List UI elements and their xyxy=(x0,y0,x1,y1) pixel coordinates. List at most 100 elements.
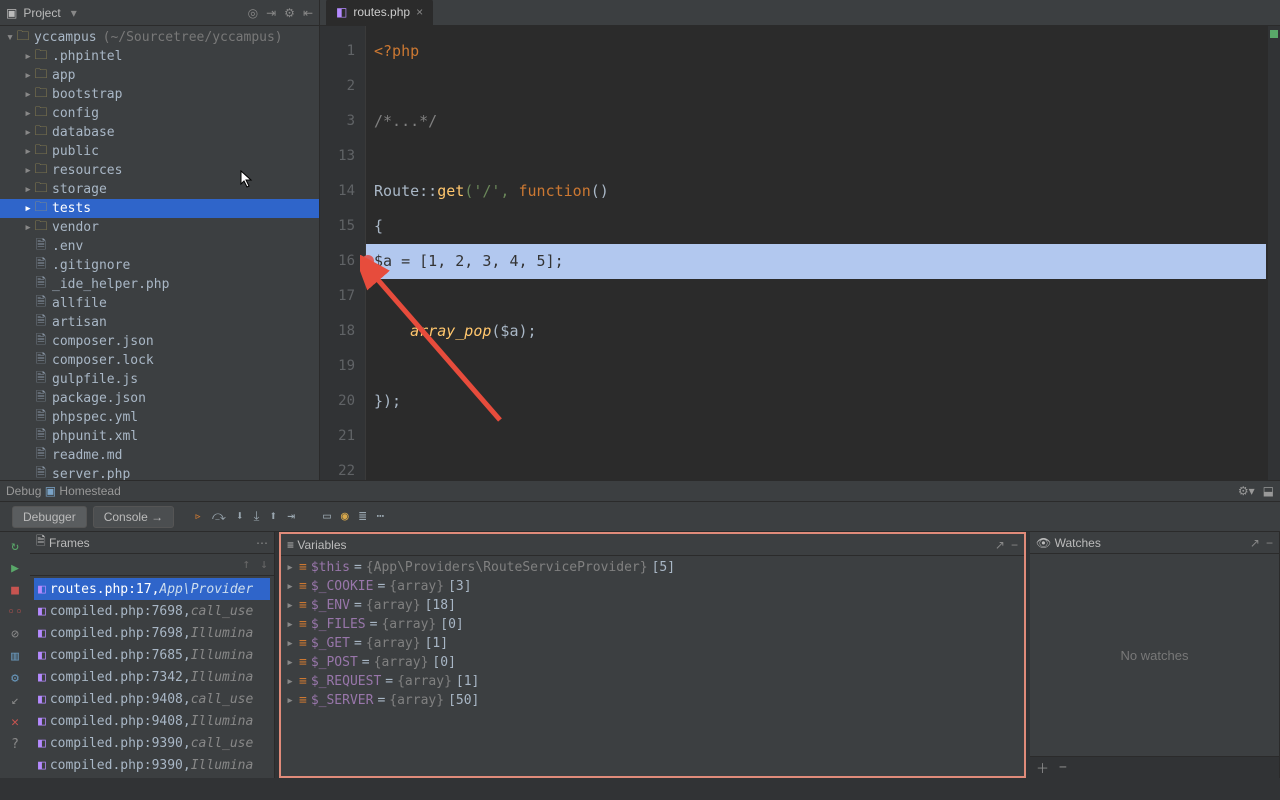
mute-breakpoints-icon[interactable]: ⊘ xyxy=(7,626,23,642)
line-number[interactable]: 20 xyxy=(320,384,355,419)
frame-row[interactable]: ◧compiled.php:9390, call_use xyxy=(34,732,270,754)
gear-icon[interactable]: ⚙▾ xyxy=(1238,484,1255,498)
line-number[interactable]: 2 xyxy=(320,69,355,104)
minus-icon[interactable]: − xyxy=(1011,538,1018,552)
tree-file[interactable]: 🗎.env xyxy=(0,237,319,256)
tree-file[interactable]: 🗎allfile xyxy=(0,294,319,313)
frame-row[interactable]: ◧compiled.php:7698, call_use xyxy=(34,600,270,622)
project-toolwindow-header[interactable]: ▣ Project ▾ ◎ ⇥ ⚙ ⇤ xyxy=(0,0,319,26)
line-number[interactable]: 14 xyxy=(320,174,355,209)
step-over-icon[interactable]: ⤼ xyxy=(212,509,226,524)
restore-icon[interactable]: ↗ xyxy=(995,538,1005,552)
frame-row[interactable]: ◧compiled.php:7685, Illumina xyxy=(34,644,270,666)
view-breakpoints-icon[interactable]: ◦◦ xyxy=(7,604,23,620)
tree-folder-vendor[interactable]: ▸🗀vendor xyxy=(0,218,319,237)
evaluate-icon[interactable]: ▭ xyxy=(323,509,331,524)
tree-file[interactable]: 🗎phpunit.xml xyxy=(0,427,319,446)
variable-row[interactable]: ▸≡ $_POST = {array} [0] xyxy=(285,653,1020,672)
line-number[interactable]: 19 xyxy=(320,349,355,384)
rerun-icon[interactable]: ↻ xyxy=(7,538,23,554)
help-icon[interactable]: ? xyxy=(7,736,23,752)
frame-row[interactable]: ◧compiled.php:9408, Illumina xyxy=(34,710,270,732)
watch-icon[interactable]: ◉ xyxy=(341,509,349,524)
variable-row[interactable]: ▸≡ $_GET = {array} [1] xyxy=(285,634,1020,653)
expand-icon[interactable]: ▸ xyxy=(285,598,295,613)
step-out-icon[interactable]: ⬆ xyxy=(269,509,277,524)
hide-icon[interactable]: ⇤ xyxy=(303,6,313,20)
resume-icon[interactable]: ▶ xyxy=(7,560,23,576)
expand-icon[interactable]: ▸ xyxy=(285,579,295,594)
tree-folder-app[interactable]: ▸🗀app xyxy=(0,66,319,85)
tree-file[interactable]: 🗎_ide_helper.php xyxy=(0,275,319,294)
sort-icon[interactable]: ≣ xyxy=(359,509,367,524)
line-number[interactable]: 21 xyxy=(320,419,355,454)
more-icon[interactable]: ⋯ xyxy=(377,509,385,524)
restore-icon[interactable]: ↗ xyxy=(1250,536,1260,550)
layout-icon[interactable]: ▥ xyxy=(7,648,23,664)
tree-file[interactable]: 🗎composer.json xyxy=(0,332,319,351)
expand-icon[interactable]: ▸ xyxy=(285,617,295,632)
variable-row[interactable]: ▸≡ $_COOKIE = {array} [3] xyxy=(285,577,1020,596)
add-watch-icon[interactable]: ＋ xyxy=(1036,758,1049,777)
tree-folder-tests[interactable]: ▸🗀tests xyxy=(0,199,319,218)
variable-row[interactable]: ▸≡ $_SERVER = {array} [50] xyxy=(285,691,1020,710)
pin-icon[interactable]: ↙ xyxy=(7,692,23,708)
tree-folder-config[interactable]: ▸🗀config xyxy=(0,104,319,123)
editor-tab-routes[interactable]: ◧ routes.php × xyxy=(326,0,433,25)
expand-icon[interactable]: ▸ xyxy=(285,655,295,670)
close-icon[interactable]: ✕ xyxy=(7,714,23,730)
tree-folder-database[interactable]: ▸🗀database xyxy=(0,123,319,142)
thread-dropdown-icon[interactable]: ⋯ xyxy=(256,536,268,550)
tab-debugger[interactable]: Debugger xyxy=(12,506,87,528)
frame-row[interactable]: ◧compiled.php:7698, Illumina xyxy=(34,622,270,644)
line-number[interactable]: 1 xyxy=(320,34,355,69)
tree-file[interactable]: 🗎gulpfile.js xyxy=(0,370,319,389)
frames-list[interactable]: ◧routes.php:17, App\Provider◧compiled.ph… xyxy=(30,576,274,778)
hide-icon[interactable]: ⬓ xyxy=(1263,484,1274,498)
line-number[interactable]: 17 xyxy=(320,279,355,314)
tree-folder-.phpintel[interactable]: ▸🗀.phpintel xyxy=(0,47,319,66)
tree-file[interactable]: 🗎package.json xyxy=(0,389,319,408)
line-number[interactable]: 22 xyxy=(320,454,355,480)
line-gutter[interactable]: 12313141516171819202122 xyxy=(320,26,366,480)
frame-down-icon[interactable]: ↓ xyxy=(260,557,268,572)
code-area[interactable]: <?php /*...*/ Route::get('/', function()… xyxy=(366,26,1280,480)
variables-list[interactable]: ▸≡ $this = {App\Providers\RouteServicePr… xyxy=(281,556,1024,776)
tree-folder-bootstrap[interactable]: ▸🗀bootstrap xyxy=(0,85,319,104)
tree-root[interactable]: ▾ 🗀 yccampus (~/Sourcetree/yccampus) xyxy=(0,28,319,47)
frame-up-icon[interactable]: ↑ xyxy=(242,557,250,572)
collapse-icon[interactable]: ⇥ xyxy=(266,6,276,20)
show-exec-point-icon[interactable]: ▹ xyxy=(194,509,202,524)
tree-file[interactable]: 🗎phpspec.yml xyxy=(0,408,319,427)
project-tree[interactable]: ▾ 🗀 yccampus (~/Sourcetree/yccampus) ▸🗀.… xyxy=(0,26,319,480)
breakpoint-icon[interactable] xyxy=(362,255,374,267)
tree-folder-resources[interactable]: ▸🗀resources xyxy=(0,161,319,180)
frame-row[interactable]: ◧routes.php:17, App\Provider xyxy=(34,578,270,600)
line-number[interactable]: 15 xyxy=(320,209,355,244)
expand-icon[interactable]: ▸ xyxy=(285,693,295,708)
variable-row[interactable]: ▸≡ $_FILES = {array} [0] xyxy=(285,615,1020,634)
tree-file[interactable]: 🗎composer.lock xyxy=(0,351,319,370)
tree-folder-public[interactable]: ▸🗀public xyxy=(0,142,319,161)
settings-icon[interactable]: ⚙ xyxy=(7,670,23,686)
expand-icon[interactable]: ▸ xyxy=(285,560,295,575)
line-number[interactable]: 13 xyxy=(320,139,355,174)
line-number[interactable]: 18 xyxy=(320,314,355,349)
frame-row[interactable]: ◧compiled.php:9408, call_use xyxy=(34,688,270,710)
tree-file[interactable]: 🗎.gitignore xyxy=(0,256,319,275)
tree-file[interactable]: 🗎server.php xyxy=(0,465,319,480)
variable-row[interactable]: ▸≡ $_REQUEST = {array} [1] xyxy=(285,672,1020,691)
expand-icon[interactable]: ▸ xyxy=(285,636,295,651)
tree-file[interactable]: 🗎artisan xyxy=(0,313,319,332)
run-to-cursor-icon[interactable]: ⇥ xyxy=(287,509,295,524)
debug-toolwindow-header[interactable]: Debug ▣ Homestead ⚙▾ ⬓ xyxy=(0,480,1280,502)
frame-row[interactable]: ◧compiled.php:9390, Illumina xyxy=(34,754,270,776)
minus-icon[interactable]: − xyxy=(1266,536,1273,550)
step-into-icon[interactable]: ⬇ xyxy=(236,509,244,524)
tree-folder-storage[interactable]: ▸🗀storage xyxy=(0,180,319,199)
expand-icon[interactable]: ▸ xyxy=(285,674,295,689)
close-icon[interactable]: × xyxy=(416,5,423,19)
gear-icon[interactable]: ⚙ xyxy=(284,6,295,20)
remove-watch-icon[interactable]: − xyxy=(1059,760,1067,775)
line-number[interactable]: 16 xyxy=(320,244,355,279)
